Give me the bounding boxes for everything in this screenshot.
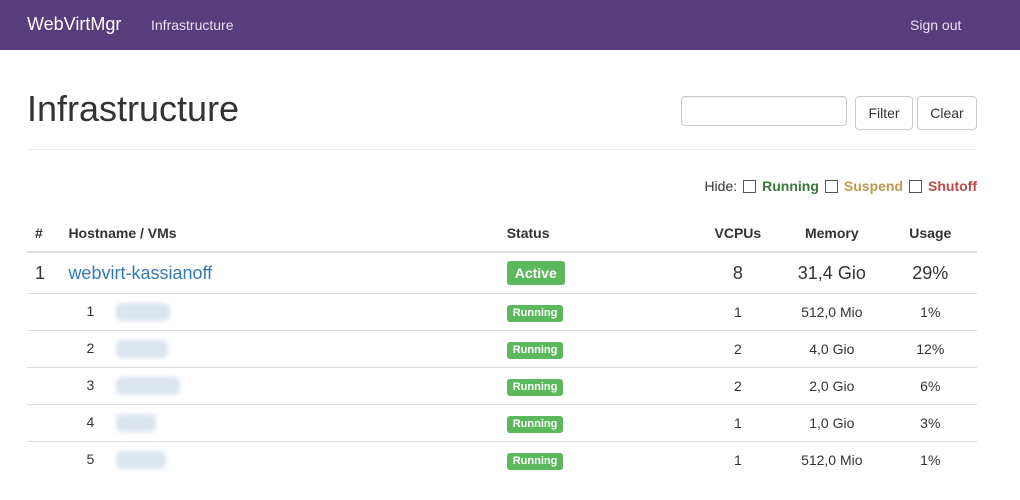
vm-vcpus: 1: [695, 404, 781, 442]
top-navbar: WebVirtMgr Infrastructure Sign out: [0, 0, 1020, 50]
vm-num: 2: [86, 339, 95, 356]
infrastructure-table: # Hostname / VMs Status VCPUs Memory Usa…: [27, 215, 977, 478]
header-divider: [27, 149, 977, 150]
brand-link[interactable]: WebVirtMgr: [27, 14, 121, 35]
table-header-row: # Hostname / VMs Status VCPUs Memory Usa…: [27, 215, 977, 253]
vm-status-badge: Running: [506, 304, 564, 322]
vm-vcpus: 1: [695, 293, 781, 331]
vm-row[interactable]: 4 Running 1 1,0 Gio 3%: [27, 404, 977, 442]
col-usage-header: Usage: [883, 215, 977, 253]
hide-suspend-label[interactable]: Suspend: [844, 178, 903, 194]
vm-row[interactable]: 2 Running 2 4,0 Gio 12%: [27, 330, 977, 368]
vm-usage: 3%: [883, 404, 977, 442]
vm-memory: 512,0 Mio: [780, 441, 884, 478]
vm-num: 3: [86, 376, 95, 393]
host-usage: 29%: [883, 251, 977, 294]
vm-usage: 6%: [883, 367, 977, 405]
vm-row[interactable]: 3 Running 2 2,0 Gio 6%: [27, 367, 977, 405]
vm-memory: 1,0 Gio: [780, 404, 884, 442]
vm-usage: 12%: [883, 330, 977, 368]
vm-num: 1: [86, 302, 95, 319]
host-memory: 31,4 Gio: [780, 251, 884, 294]
nav-infrastructure-link[interactable]: Infrastructure: [151, 17, 233, 33]
hide-filter: Hide: Running Suspend Shutoff: [704, 178, 977, 194]
hide-suspend-checkbox[interactable]: [824, 179, 838, 193]
col-num-header: #: [27, 215, 61, 253]
vm-vcpus: 2: [695, 330, 781, 368]
host-name-link[interactable]: webvirt-kassianoff: [68, 263, 212, 283]
clear-button[interactable]: Clear: [917, 96, 977, 130]
host-vcpus: 8: [695, 251, 781, 294]
vm-usage: 1%: [883, 441, 977, 478]
vm-status-badge: Running: [506, 341, 564, 359]
vm-name-redacted[interactable]: [116, 451, 167, 470]
vm-name-redacted[interactable]: [116, 414, 157, 433]
host-num: 1: [27, 251, 61, 294]
vm-num: 4: [86, 413, 95, 430]
vm-vcpus: 2: [695, 367, 781, 405]
vm-memory: 4,0 Gio: [780, 330, 884, 368]
vm-status-badge: Running: [506, 378, 564, 396]
filter-button[interactable]: Filter: [855, 96, 913, 130]
vm-usage: 1%: [883, 293, 977, 331]
host-status-badge: Active: [506, 261, 565, 285]
col-status-header: Status: [498, 215, 696, 253]
vm-name-redacted[interactable]: [116, 340, 169, 359]
col-vcpus-header: VCPUs: [695, 215, 781, 253]
vm-name-redacted[interactable]: [116, 303, 171, 322]
hide-shutoff-checkbox[interactable]: [909, 179, 923, 193]
hide-running-checkbox[interactable]: [743, 179, 757, 193]
signout-link[interactable]: Sign out: [910, 17, 961, 33]
vm-memory: 512,0 Mio: [780, 293, 884, 331]
vm-row[interactable]: 5 Running 1 512,0 Mio 1%: [27, 441, 977, 478]
vm-row[interactable]: 1 Running 1 512,0 Mio 1%: [27, 293, 977, 331]
vm-num: 5: [86, 450, 95, 467]
vm-status-badge: Running: [506, 415, 564, 433]
vm-memory: 2,0 Gio: [780, 367, 884, 405]
vm-vcpus: 1: [695, 441, 781, 478]
hide-label: Hide:: [704, 178, 738, 194]
vm-status-badge: Running: [506, 452, 564, 470]
vm-name-redacted[interactable]: [116, 377, 181, 396]
col-memory-header: Memory: [780, 215, 884, 253]
col-hostname-header: Hostname / VMs: [60, 215, 499, 253]
hide-running-label[interactable]: Running: [762, 178, 819, 194]
hide-shutoff-label[interactable]: Shutoff: [928, 178, 977, 194]
host-row[interactable]: 1 webvirt-kassianoff Active 8 31,4 Gio 2…: [27, 251, 977, 294]
page-title: Infrastructure: [27, 88, 240, 129]
search-input[interactable]: [681, 96, 847, 126]
